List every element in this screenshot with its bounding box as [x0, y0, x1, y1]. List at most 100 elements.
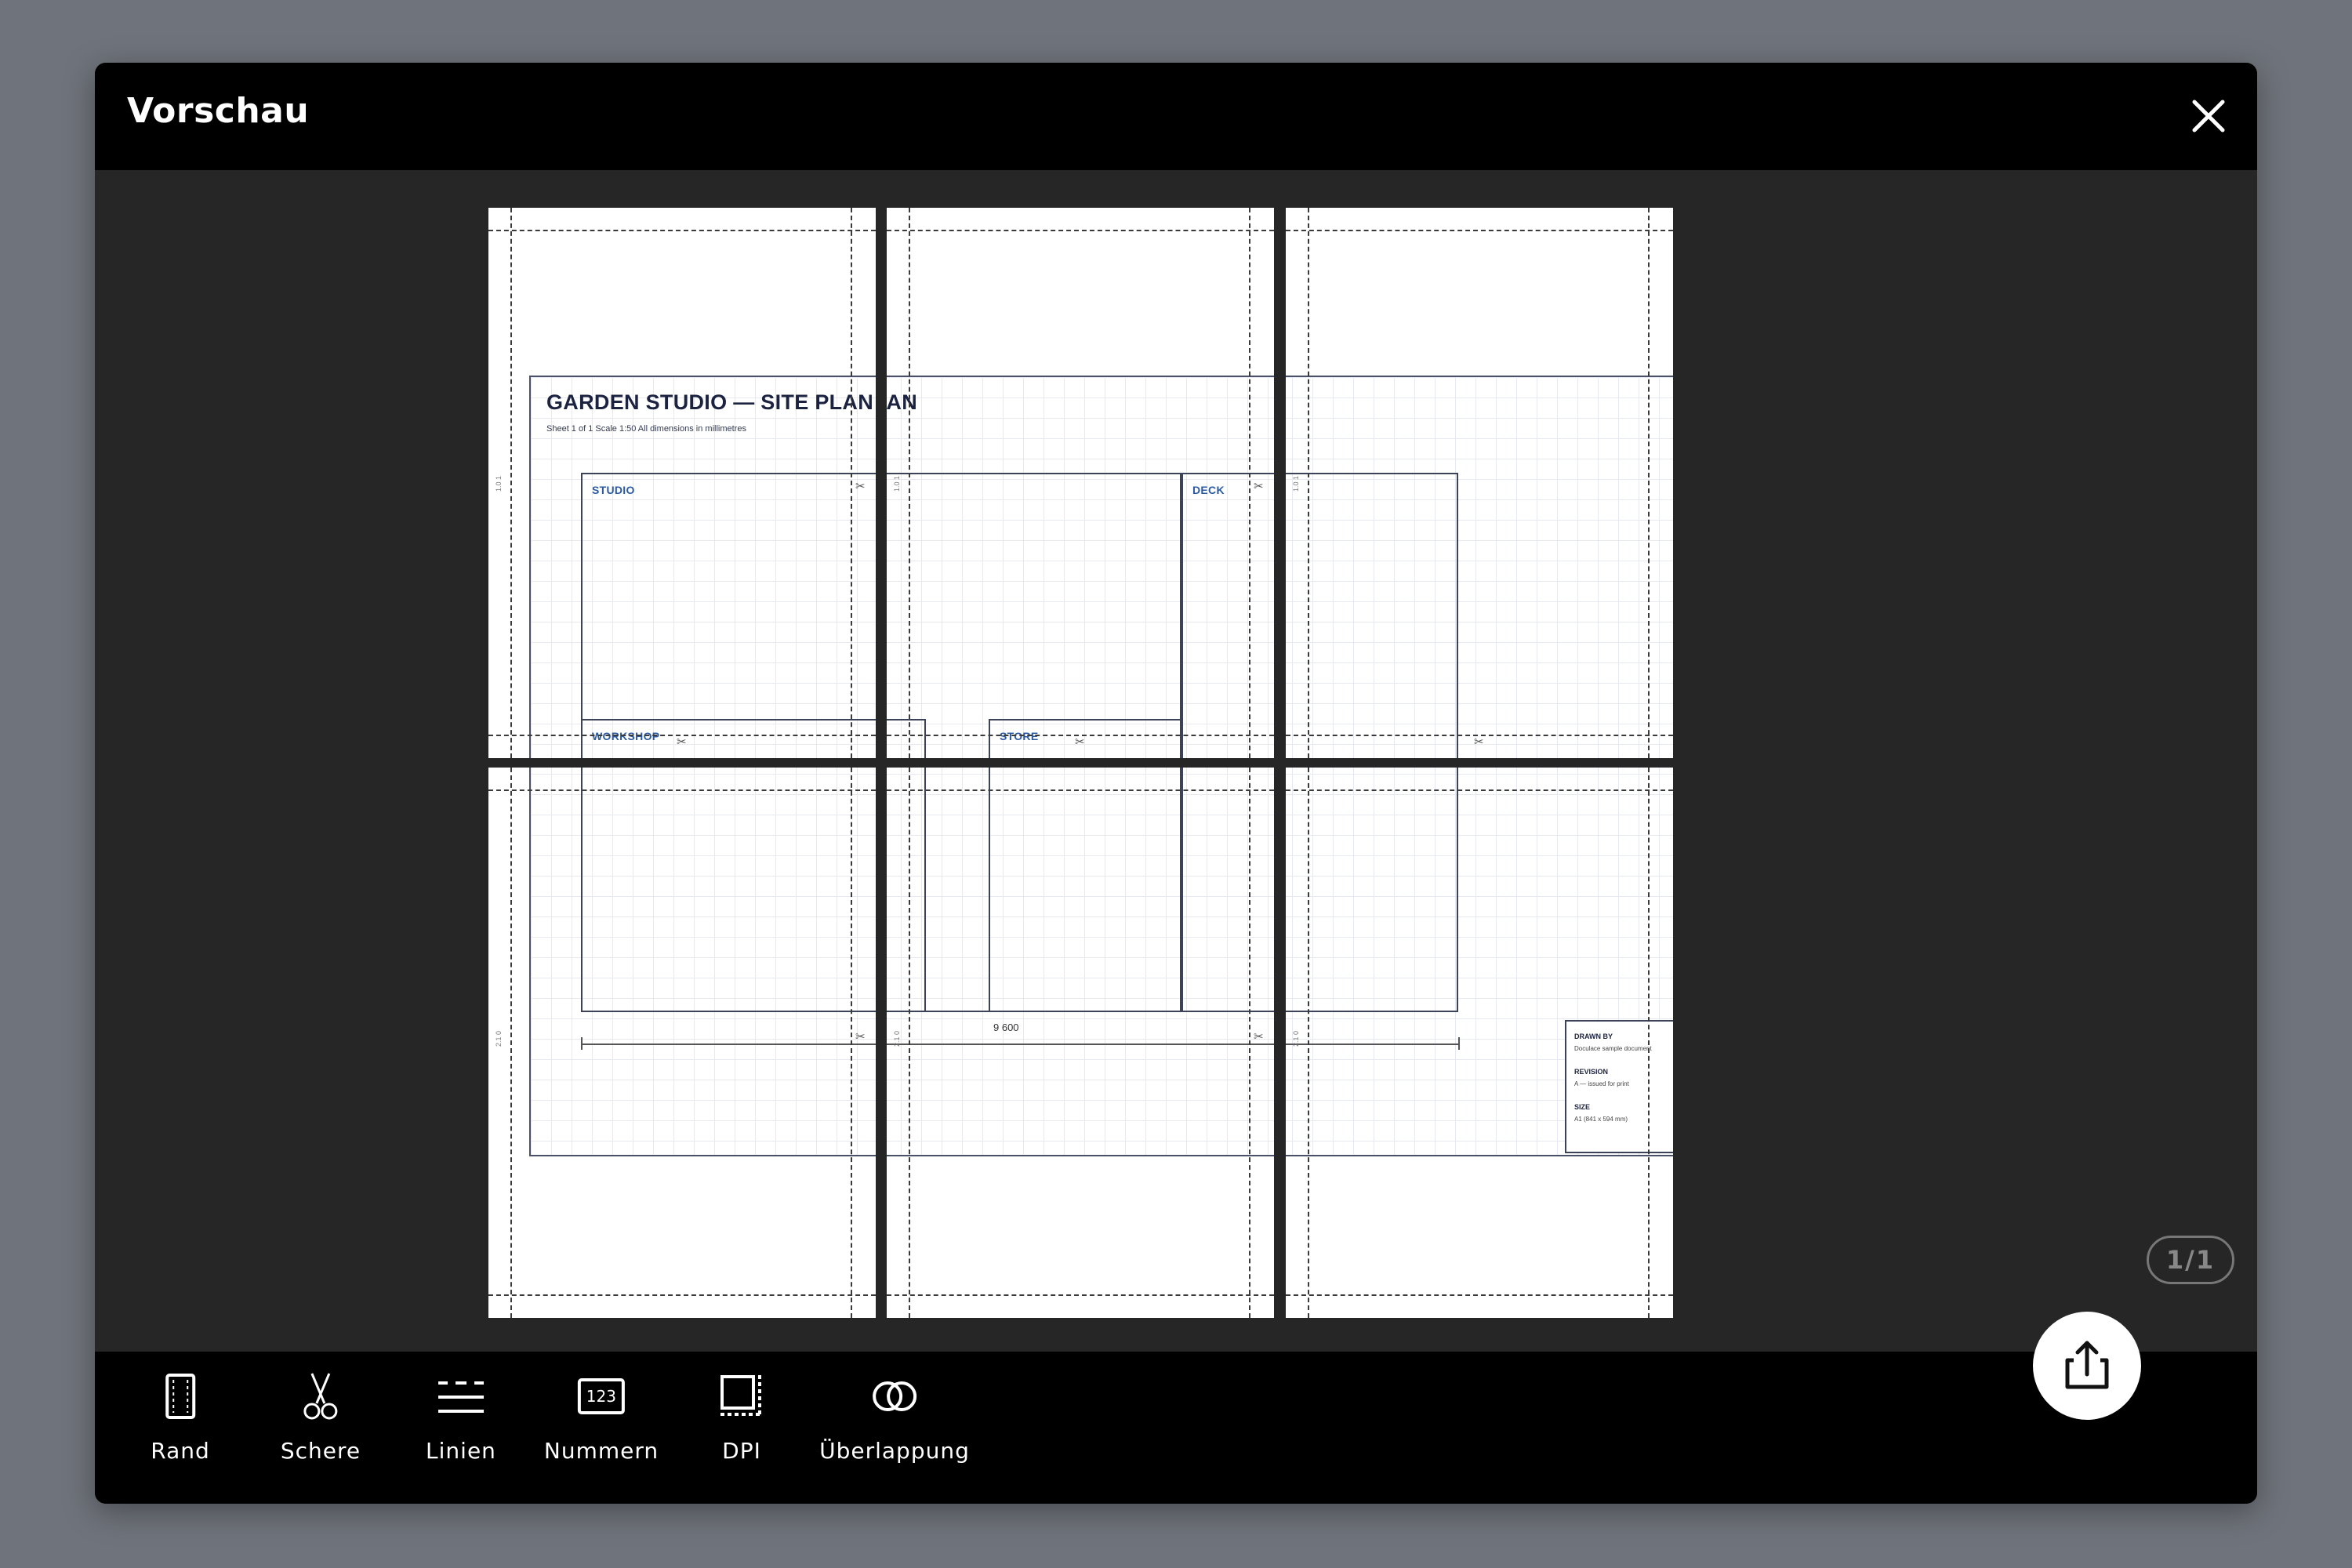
crop-line: [510, 208, 512, 758]
room-deck: [1181, 473, 1274, 758]
tool-label: Schere: [280, 1438, 361, 1464]
sheet-content: GARDEN STUDIO — SITE PLAN Sheet 1 of 1 S…: [1286, 768, 1673, 1318]
dimension-label: 9 600: [993, 1022, 1019, 1033]
scissors-icon: ✂: [855, 1029, 866, 1044]
crop-line: [1286, 789, 1673, 791]
document-title: GARDEN STUDIO — SITE PLAN: [546, 390, 874, 414]
tool-dpi[interactable]: DPI: [716, 1370, 768, 1488]
crop-line: [1286, 230, 1673, 231]
tool-label: Überlappung: [819, 1438, 970, 1464]
tool-margin[interactable]: Rand: [151, 1370, 210, 1488]
room-store: [989, 768, 1181, 1012]
tool-label: Linien: [426, 1438, 496, 1464]
tb-drawn-by-value: Doculace sample document: [1574, 1045, 1652, 1052]
crop-line: [510, 768, 512, 1318]
room-workshop: [887, 768, 926, 1012]
dialog-title: Vorschau: [127, 91, 310, 131]
scissors-icon: ✂: [1474, 735, 1484, 749]
scissors-icon: ✂: [1075, 735, 1085, 749]
tool-lines[interactable]: Linien: [426, 1370, 496, 1488]
room-label-studio: STUDIO: [592, 484, 635, 496]
sheet-content: GARDEN STUDIO — SITE PLAN Sheet 1 of 1 S…: [887, 208, 1274, 758]
tool-overlap[interactable]: Überlappung: [819, 1370, 970, 1488]
crop-line: [909, 768, 910, 1318]
dimension-tick: [1458, 1037, 1460, 1050]
dimension-line: [887, 1044, 1274, 1045]
room-deck: [1286, 768, 1458, 1012]
overlap-number: 1.0 1: [893, 475, 901, 492]
crop-line: [887, 230, 1274, 231]
crop-line: [1648, 768, 1650, 1318]
crop-line: [1308, 208, 1309, 758]
numbers-icon-text: 123: [586, 1387, 616, 1406]
crop-line: [488, 789, 876, 791]
tool-label: DPI: [722, 1438, 761, 1464]
dimension-line: [1286, 1044, 1458, 1045]
tool-scissors[interactable]: Schere: [281, 1370, 361, 1488]
overlap-number: 2.1 0: [495, 1030, 503, 1047]
print-sheet: GARDEN STUDIO — SITE PLAN Sheet 1 of 1 S…: [887, 768, 1274, 1318]
print-sheet: GARDEN STUDIO — SITE PLAN Sheet 1 of 1 S…: [1286, 768, 1673, 1318]
room-studio: [887, 473, 1181, 758]
lines-icon: [437, 1381, 484, 1413]
crop-line: [1249, 768, 1250, 1318]
scissors-icon: ✂: [1254, 479, 1264, 493]
preview-dialog: Vorschau GARDEN STUDIO — SITE PLAN Sheet…: [95, 63, 2257, 1504]
crop-line: [1286, 1294, 1673, 1296]
overlap-number: 2.1 0: [1292, 1030, 1300, 1047]
dimension-tick: [581, 1037, 583, 1050]
tool-numbers[interactable]: 123 Nummern: [544, 1370, 659, 1488]
print-sheet: GARDEN STUDIO — SITE PLAN Sheet 1 of 1 S…: [488, 768, 876, 1318]
tb-drawn-by-label: DRAWN BY: [1574, 1033, 1613, 1040]
dpi-icon: [720, 1375, 763, 1417]
print-sheet: GARDEN STUDIO — SITE PLAN Sheet 1 of 1 S…: [488, 208, 876, 758]
tool-label: Rand: [151, 1438, 210, 1464]
tb-revision-label: REVISION: [1574, 1068, 1609, 1076]
crop-line: [887, 1294, 1274, 1296]
room-deck: [1286, 473, 1458, 758]
crop-line: [1648, 208, 1650, 758]
room-label-workshop: WORKSHOP: [592, 730, 660, 742]
crop-line: [1249, 208, 1250, 758]
dialog-header: Vorschau: [95, 63, 2257, 170]
bottom-toolbar: Rand Schere Linien 123 Nummern DPI Überl…: [95, 1352, 2257, 1504]
room-workshop: [581, 768, 876, 1012]
sheet-content: GARDEN STUDIO — SITE PLAN Sheet 1 of 1 S…: [1286, 208, 1673, 758]
scissors-icon: ✂: [677, 735, 687, 749]
crop-line: [909, 208, 910, 758]
scissors-icon: ✂: [1254, 1029, 1264, 1044]
room-label-deck: DECK: [1192, 484, 1225, 496]
print-sheet: GARDEN STUDIO — SITE PLAN Sheet 1 of 1 S…: [1286, 208, 1673, 758]
tool-label: Nummern: [543, 1438, 659, 1464]
overlap-icon: [872, 1381, 916, 1411]
document-title: GARDEN STUDIO — SITE PLAN: [887, 390, 918, 414]
page-indicator: 1/1: [2147, 1236, 2234, 1284]
crop-line: [488, 230, 876, 231]
document-subtitle: Sheet 1 of 1 Scale 1:50 All dimensions i…: [546, 424, 746, 434]
preview-area[interactable]: GARDEN STUDIO — SITE PLAN Sheet 1 of 1 S…: [95, 170, 2257, 1352]
crop-line: [851, 768, 852, 1318]
tb-size-value: A1 (841 x 594 mm): [1574, 1116, 1628, 1123]
share-button[interactable]: [2033, 1312, 2141, 1420]
sheet-content: GARDEN STUDIO — SITE PLAN Sheet 1 of 1 S…: [887, 768, 1274, 1318]
scissors-icon: [303, 1373, 338, 1420]
sheet-content: GARDEN STUDIO — SITE PLAN Sheet 1 of 1 S…: [488, 208, 876, 758]
close-button[interactable]: [2187, 94, 2230, 138]
room-deck: [1181, 768, 1274, 1012]
margin-icon: [165, 1374, 195, 1419]
room-workshop: [887, 719, 926, 758]
overlap-number: 1.0 1: [1292, 475, 1300, 492]
tb-size-label: SIZE: [1574, 1103, 1591, 1111]
title-block: DRAWN BY Doculace sample document REVISI…: [1565, 1020, 1673, 1153]
close-icon: [2192, 100, 2225, 132]
dimension-line: [581, 1044, 876, 1045]
overlap-number: 1.0 1: [495, 475, 503, 492]
share-icon: [2065, 1341, 2109, 1389]
crop-line: [887, 789, 1274, 791]
overlap-number: 2.1 0: [893, 1030, 901, 1047]
numbers-icon: 123: [577, 1378, 625, 1414]
room-label-store: STORE: [1000, 730, 1039, 742]
room-studio: [581, 473, 876, 758]
sheet-content: GARDEN STUDIO — SITE PLAN Sheet 1 of 1 S…: [488, 768, 876, 1318]
scissors-icon: ✂: [855, 479, 866, 493]
